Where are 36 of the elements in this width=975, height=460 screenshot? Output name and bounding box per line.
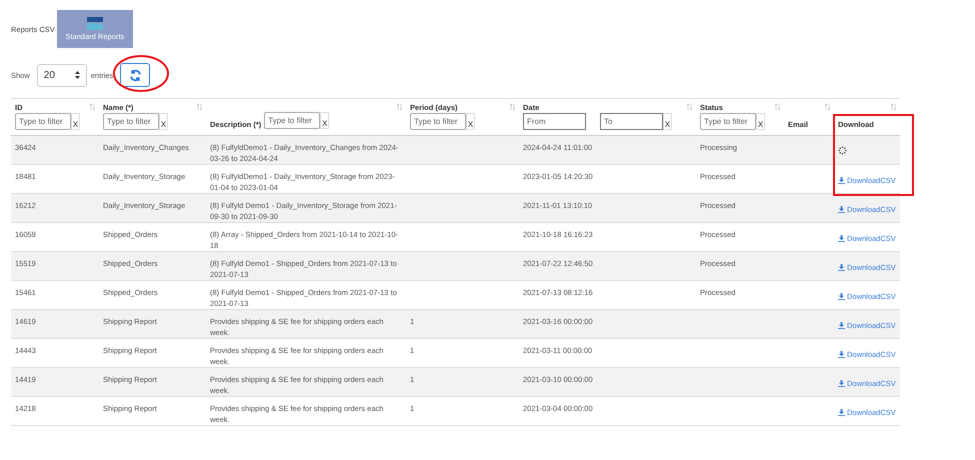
- sort-icon[interactable]: [775, 104, 780, 110]
- sort-icon[interactable]: [687, 104, 692, 110]
- sort-icon[interactable]: [90, 104, 95, 110]
- sort-icon[interactable]: [397, 104, 402, 110]
- download-icon: [838, 235, 845, 242]
- clear-filter-button[interactable]: X: [466, 113, 475, 130]
- sort-icon[interactable]: [891, 104, 896, 110]
- date-field[interactable]: From: [523, 113, 586, 130]
- filter-field[interactable]: Type to filter: [410, 113, 466, 130]
- entries-select[interactable]: 20: [36, 64, 87, 86]
- download-icon: [838, 409, 845, 416]
- spinner-arrows-icon[interactable]: [74, 71, 80, 79]
- filter-field[interactable]: Type to filter: [700, 113, 756, 130]
- clear-filter-button[interactable]: X: [320, 112, 330, 129]
- filter-field[interactable]: Type to filter: [15, 113, 71, 130]
- filter-field[interactable]: Type to filter: [264, 112, 320, 129]
- date-field[interactable]: To: [600, 113, 663, 130]
- clear-filter-button[interactable]: X: [159, 113, 168, 130]
- clear-filter-button[interactable]: X: [663, 113, 672, 130]
- skyline-icon: [86, 17, 103, 30]
- filter-field[interactable]: Type to filter: [103, 113, 159, 130]
- download-icon: [838, 351, 845, 358]
- sort-icon[interactable]: [510, 104, 515, 110]
- download-icon: [838, 206, 845, 213]
- refresh-button[interactable]: [120, 63, 150, 87]
- download-icon: [838, 177, 845, 184]
- sort-icon[interactable]: [197, 104, 202, 110]
- refresh-icon: [128, 68, 142, 82]
- spinner-icon: [838, 146, 847, 155]
- clear-filter-button[interactable]: X: [756, 113, 765, 130]
- download-icon: [838, 293, 845, 300]
- sort-icon[interactable]: [825, 104, 830, 110]
- download-icon: [838, 322, 845, 329]
- download-icon: [838, 264, 845, 271]
- download-icon: [838, 380, 845, 387]
- clear-filter-button[interactable]: X: [71, 113, 80, 130]
